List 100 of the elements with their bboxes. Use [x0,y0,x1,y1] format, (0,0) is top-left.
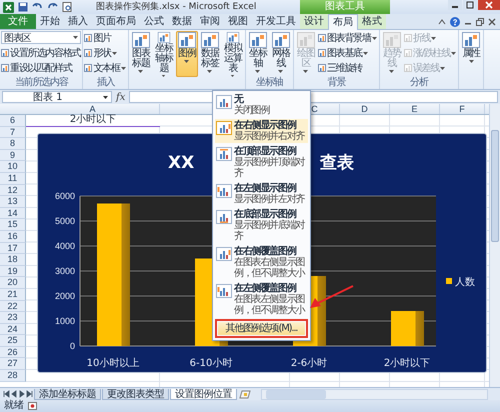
sheet-tab[interactable]: 更改图表类型 [102,388,169,400]
ribbon-button[interactable]: 图表基底 [318,46,378,60]
column-header[interactable]: A [26,104,160,114]
dropdown-field[interactable]: 图表区 [1,31,81,44]
ribbon-tab[interactable]: 页面布局 [92,14,140,29]
axis-tick-label: 0 [70,341,75,351]
ribbon-button[interactable]: 属性 [460,31,482,77]
menu-item-title: 无 [234,94,244,105]
ribbon-button[interactable]: 网格线 [270,31,292,77]
sheet-tab[interactable]: 设置图例位置 [170,388,237,400]
row-header[interactable]: 19 [0,266,26,278]
sheet-tab[interactable]: 添加坐标标题 [34,388,101,400]
column-header[interactable]: D [340,104,390,114]
menu-item[interactable]: 在右侧覆盖图例 在图表右侧显示图例，但不调整大小 [215,245,308,280]
axis-tick-label: 3000 [54,266,75,276]
menu-item-description: 在图表右侧显示图例，但不调整大小 [234,257,306,279]
ribbon-button[interactable]: 三维旋转 [318,61,378,75]
group-label: 分析 [410,77,428,88]
ribbon-button[interactable]: 图例 [176,31,198,77]
ribbon-tab[interactable]: 公式 [140,14,168,29]
menu-item[interactable]: 在底部显示图例 显示图例并底端对齐 [215,208,308,243]
chart-title-part: 查表 [320,153,354,173]
menu-item-title: 在底部显示图例 [234,209,296,220]
row-header[interactable]: 6 [0,115,26,127]
group-label: 背景 [328,77,346,88]
group-label: 插入 [96,77,114,88]
ribbon-button[interactable]: 图片 [84,31,127,45]
ribbon-tab[interactable]: 开始 [36,14,64,29]
axis-tick-label: 4000 [54,241,75,251]
ribbon-tab[interactable]: 开发工具 [252,14,300,29]
ribbon-button[interactable]: 形状 [84,46,127,60]
menu-item[interactable]: 在右侧显示图例 显示图例并右对齐 [215,119,308,143]
row-header[interactable]: 14 [0,208,26,220]
menu-item-description: 显示图例并顶端对齐 [234,157,306,179]
row-header[interactable]: 24 [0,324,26,336]
ribbon-button[interactable]: 图表标题 [130,31,152,77]
ribbon-button[interactable]: 图表背景墙 [318,31,378,45]
row-header[interactable]: 15 [0,219,26,231]
column-header[interactable]: F [440,104,485,114]
row-header[interactable]: 9 [0,150,26,162]
window-title: 图表操作实例集.xlsx - Microsoft Excel [96,1,256,13]
table-cell: 2小时以下 [26,115,160,127]
menu-item-description: 显示图例并左对齐 [234,194,304,205]
name-box[interactable]: 图表 1 [2,91,112,103]
ribbon-tab[interactable]: 插入 [64,14,92,29]
ribbon-button[interactable]: 坐标轴标题 [152,31,175,77]
menu-item-title: 在右侧覆盖图例 [234,246,298,257]
menu-item-description: 关闭图例 [234,105,270,116]
menu-item-title: 在左侧覆盖图例 [234,283,298,294]
menu-item-title: 在左侧显示图例 [234,183,296,194]
status-text: 就绪 [4,400,24,412]
menu-item-description: 显示图例并右对齐 [234,131,304,142]
row-header[interactable]: 21 [0,288,26,300]
ribbon-button[interactable]: 重设以匹配样式 [1,61,82,75]
menu-item[interactable]: 在顶部显示图例 显示图例并顶端对齐 [215,145,308,180]
category-label: 2小时以下 [384,358,430,369]
legend-label: 人数 [455,277,475,288]
row-header[interactable]: 7 [0,126,26,138]
menu-item[interactable]: 其他图例选项(M)... [218,322,305,335]
row-header[interactable]: 10 [0,161,26,173]
ribbon-button[interactable]: 设置所选内容格式 [1,46,82,60]
menu-item-title: 在右侧显示图例 [234,120,296,131]
row-header[interactable]: 25 [0,335,26,347]
menu-item-description: 显示图例并底端对齐 [234,220,306,242]
row-header[interactable]: 26 [0,346,26,358]
row-header[interactable]: 18 [0,254,26,266]
axis-tick-label: 5000 [54,216,75,226]
ribbon-tab[interactable]: 设计 [300,14,328,29]
row-header[interactable]: 17 [0,242,26,254]
ribbon-tab[interactable]: 布局 [328,14,358,30]
ribbon-tab[interactable]: 审阅 [196,14,224,29]
row-header[interactable]: 8 [0,138,26,150]
menu-item[interactable]: 在左侧覆盖图例 在图表左侧显示图例，但不调整大小 [215,282,308,317]
menu-item-title: 在顶部显示图例 [234,146,296,157]
column-header[interactable]: E [390,104,440,114]
row-header[interactable]: 12 [0,184,26,196]
row-header[interactable]: 27 [0,358,26,370]
ribbon-button[interactable]: 坐标轴 [246,31,269,77]
menu-item[interactable]: 在左侧显示图例 显示图例并左对齐 [215,182,308,206]
row-header[interactable]: 13 [0,196,26,208]
axis-tick-label: 6000 [54,191,75,201]
ribbon-button[interactable]: 文本框 [84,61,127,75]
ribbon-tab[interactable]: 视图 [224,14,252,29]
row-header[interactable]: 23 [0,312,26,324]
ribbon-tab[interactable]: 格式 [358,14,386,29]
row-header[interactable]: 11 [0,172,26,185]
row-header[interactable]: 20 [0,277,26,289]
context-tab-label: 图表工具 [300,0,390,14]
category-label: 10小时以上 [86,358,140,369]
ribbon-tab[interactable]: 数据 [168,14,196,29]
ribbon-button[interactable]: 数据标签 [198,31,221,77]
group-label: 坐标轴 [256,77,283,88]
row-header[interactable]: 16 [0,230,26,243]
ribbon-button[interactable]: 模拟运算表 [222,31,244,77]
ribbon-tab[interactable]: 文件 [0,14,36,29]
row-header[interactable]: 28 [0,370,26,382]
row-header[interactable]: 22 [0,300,26,312]
function-button[interactable]: fx [116,92,126,102]
menu-item-description: 在图表左侧显示图例，但不调整大小 [234,294,306,316]
category-label: 2-6小时 [290,358,328,369]
